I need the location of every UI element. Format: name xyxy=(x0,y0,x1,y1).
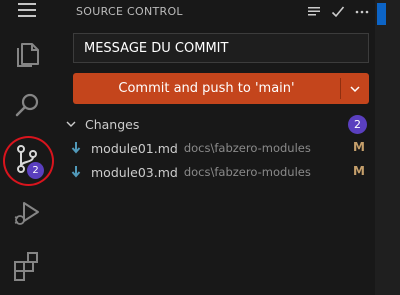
file-name: module03.md xyxy=(91,164,178,180)
menu-icon[interactable] xyxy=(14,0,42,22)
editor-edge xyxy=(375,0,400,295)
file-row[interactable]: module01.md docs\fabzero-modules M xyxy=(69,137,371,159)
commit-dropdown-button[interactable] xyxy=(341,73,369,104)
commit-message-input[interactable] xyxy=(73,33,369,63)
changes-section-header[interactable]: Changes 2 xyxy=(63,114,371,134)
commit-and-push-button[interactable]: Commit and push to 'main' xyxy=(73,73,369,104)
extensions-icon[interactable] xyxy=(10,248,46,284)
changes-count-badge: 2 xyxy=(348,115,367,134)
markdown-file-icon xyxy=(69,165,83,179)
file-path: docs\fabzero-modules xyxy=(183,165,311,179)
explorer-icon[interactable] xyxy=(10,36,46,72)
file-status-modified: M xyxy=(353,140,365,154)
changes-label: Changes xyxy=(85,116,140,132)
more-actions-icon[interactable] xyxy=(355,5,369,19)
chevron-down-icon xyxy=(63,118,79,130)
chevron-down-icon xyxy=(350,85,360,92)
activity-bar: 2 xyxy=(0,0,57,295)
search-icon[interactable] xyxy=(10,88,46,124)
file-row[interactable]: module03.md docs\fabzero-modules M xyxy=(69,161,371,183)
view-as-tree-icon[interactable] xyxy=(307,5,321,19)
markdown-file-icon xyxy=(69,141,83,155)
panel-title: SOURCE CONTROL xyxy=(76,5,183,18)
title-actions xyxy=(307,0,369,24)
commit-check-icon[interactable] xyxy=(331,5,345,19)
source-control-panel: SOURCE CONTROL Commit and push to 'main' xyxy=(57,0,375,295)
file-status-modified: M xyxy=(353,164,365,178)
annotation-highlight-circle xyxy=(3,136,54,186)
editor-tab-indicator xyxy=(377,3,386,25)
file-path: docs\fabzero-modules xyxy=(183,141,311,155)
file-name: module01.md xyxy=(91,140,178,156)
run-debug-icon[interactable] xyxy=(10,196,46,232)
commit-and-push-label[interactable]: Commit and push to 'main' xyxy=(73,73,340,104)
